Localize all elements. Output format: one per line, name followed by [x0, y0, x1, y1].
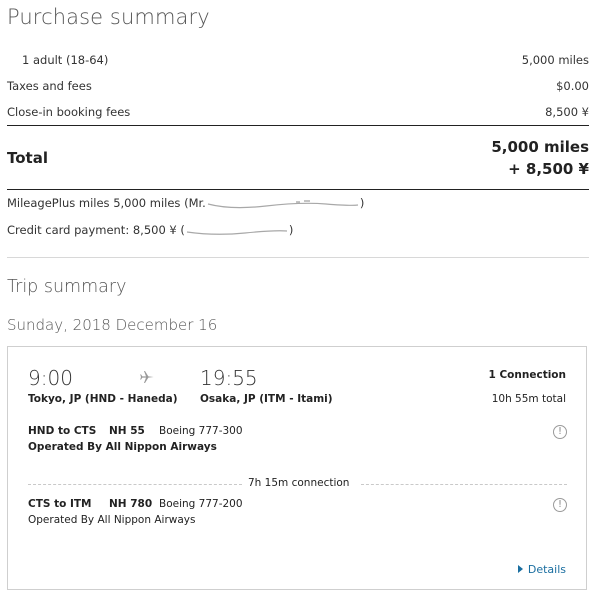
purchase-summary-title: Purchase summary: [7, 5, 210, 29]
total-label: Total: [7, 149, 48, 167]
fare-row-value: 5,000 miles: [521, 53, 589, 67]
arrive-time: 19:55: [200, 366, 258, 390]
total-duration: 10h 55m total: [491, 393, 566, 405]
triangle-right-icon: [517, 565, 523, 573]
mileageplus-payment-close: ): [359, 196, 365, 210]
redacted-scribble: [207, 200, 358, 208]
total-miles: 5,000 miles: [491, 138, 589, 156]
divider: [7, 189, 589, 190]
mileageplus-payment: MileagePlus miles 5,000 miles (Mr.): [7, 196, 364, 210]
trip-summary-title: Trip summary: [7, 277, 127, 297]
info-icon[interactable]: !: [553, 425, 567, 439]
trip-date: Sunday, 2018 December 16: [7, 316, 218, 334]
segment-route: HND to CTS: [28, 425, 97, 437]
connection-dash-left: [28, 484, 242, 485]
segment-aircraft: Boeing 777-300: [159, 425, 243, 437]
redacted-scribble: [186, 229, 287, 235]
mileageplus-payment-text: MileagePlus miles 5,000 miles (Mr.: [7, 196, 206, 210]
segment-flight: NH 55: [109, 425, 145, 437]
depart-city: Tokyo, JP (HND - Haneda): [28, 393, 178, 405]
credit-card-payment-close: ): [288, 223, 294, 237]
airplane-icon: [140, 371, 154, 383]
fare-row-label: 1 adult (18-64): [22, 53, 109, 67]
details-label[interactable]: Details: [528, 563, 566, 576]
connection-count: 1 Connection: [488, 369, 566, 381]
segment-flight: NH 780: [109, 498, 153, 510]
taxes-row-value: $0.00: [556, 79, 589, 93]
closein-row-value: 8,500 ¥: [545, 105, 589, 119]
flight-card: 9:00 19:55 Tokyo, JP (HND - Haneda) Osak…: [7, 346, 587, 590]
section-divider: [7, 257, 589, 258]
connection-dash-right: [361, 484, 567, 485]
credit-card-payment: Credit card payment: 8,500 ¥ (): [7, 223, 293, 237]
depart-time: 9:00: [28, 366, 73, 390]
details-link[interactable]: Details: [517, 563, 566, 576]
segment-operator: Operated By All Nippon Airways: [28, 441, 217, 453]
closein-row-label: Close-in booking fees: [7, 105, 131, 119]
segment-aircraft: Boeing 777-200: [159, 498, 243, 510]
segment-operator: Operated By All Nippon Airways: [28, 514, 196, 526]
info-icon[interactable]: !: [553, 498, 567, 512]
arrive-city: Osaka, JP (ITM - Itami): [200, 393, 333, 405]
segment-route: CTS to ITM: [28, 498, 92, 510]
credit-card-payment-text: Credit card payment: 8,500 ¥ (: [7, 223, 185, 237]
taxes-row-label: Taxes and fees: [7, 79, 92, 93]
connection-time: 7h 15m connection: [248, 477, 350, 489]
divider: [7, 125, 589, 126]
total-yen: + 8,500 ¥: [508, 160, 589, 178]
